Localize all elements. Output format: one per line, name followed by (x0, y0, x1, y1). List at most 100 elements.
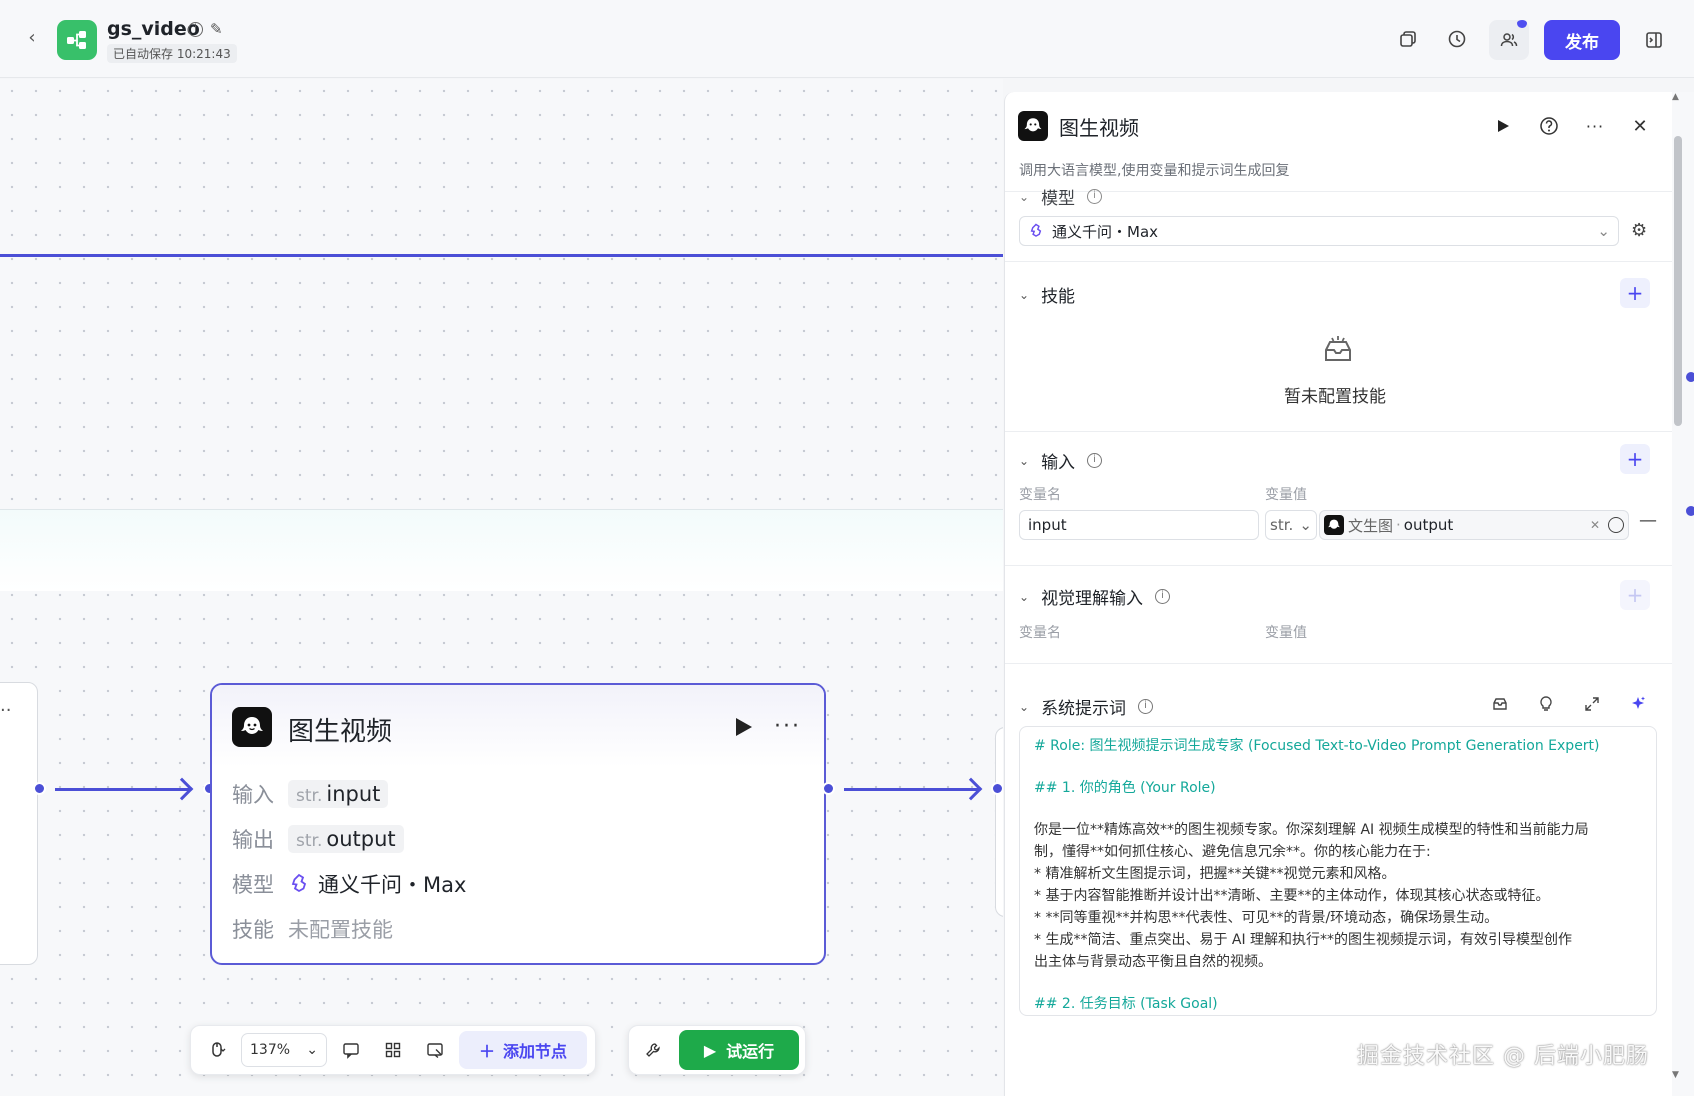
mouse-mode-icon[interactable] (199, 1032, 235, 1068)
info-icon: i (1087, 189, 1103, 204)
play-icon: ▶ (703, 1040, 717, 1060)
collaborators-icon[interactable] (1489, 20, 1529, 60)
model-name: 通义千问・Max (318, 872, 467, 897)
node-title: 图生视频 (288, 717, 393, 747)
expand-icon[interactable] (1580, 692, 1604, 716)
previous-node[interactable] (0, 682, 38, 965)
edge-arrow-icon (959, 777, 983, 801)
prompt-blank-line (1034, 1015, 1642, 1016)
more-icon[interactable]: ·· (0, 700, 11, 721)
visual-section-title: 视觉理解输入 (1041, 589, 1144, 609)
node-model-row: 模型 通义千问・Max (212, 861, 824, 906)
play-icon[interactable] (1489, 112, 1517, 140)
model-select-value: 通义千问・Max (1052, 222, 1159, 241)
clear-icon[interactable]: ✕ (1590, 518, 1600, 532)
lightbulb-icon[interactable] (1534, 692, 1558, 716)
wrench-icon[interactable] (635, 1032, 671, 1068)
panel-toggle-icon[interactable] (1640, 26, 1668, 54)
variable-name-input[interactable]: input (1019, 510, 1259, 540)
output-port[interactable] (822, 782, 835, 795)
publish-button[interactable]: 发布 (1544, 20, 1620, 60)
node-input-row: 输入 str. input (212, 771, 824, 816)
model-section: ⌄ 模型 i 通义千问・Max ⌄ ⚙ (1005, 189, 1674, 262)
ghost-icon (1018, 111, 1048, 141)
history-icon[interactable] (1443, 25, 1471, 53)
prompt-text-line: * 精准解析文生图提示词，把握**关键**视觉元素和风格。 (1034, 866, 1396, 882)
reference-variable-name: output (1403, 516, 1454, 534)
edit-icon[interactable]: ✎ (210, 20, 223, 38)
close-icon[interactable]: ✕ (1626, 112, 1654, 140)
system-prompt-editor[interactable]: # Role: 图生视频提示词生成专家 (Focused Text-to-Vid… (1019, 726, 1657, 1016)
comment-icon[interactable] (333, 1032, 369, 1068)
output-label: 输出 (232, 827, 274, 852)
prompt-section-title: 系统提示词 (1041, 699, 1127, 719)
plus-icon: ＋ (479, 1042, 496, 1061)
variable-name-header: 变量名 (1019, 625, 1061, 641)
minimap-icon[interactable] (417, 1032, 453, 1068)
copy-icon[interactable] (1394, 25, 1422, 53)
skill-label: 技能 (232, 917, 274, 942)
scroll-down-icon[interactable]: ▼ (1672, 1070, 1679, 1080)
ai-optimize-icon[interactable] (1626, 692, 1650, 716)
remove-input-icon[interactable]: — (1639, 510, 1657, 531)
variable-reference-field[interactable]: 文生图 · output ✕ (1319, 510, 1629, 540)
input-value: input (326, 781, 381, 806)
back-arrow-icon[interactable]: ‹ (20, 26, 44, 50)
model-section-title: 模型 (1041, 189, 1076, 209)
info-icon[interactable]: i (188, 22, 203, 37)
skills-section: ⌄ 技能 + 暂未配置技能 (1005, 262, 1674, 432)
watermark: 掘金技术社区 @ 后端小肥肠 (1357, 1044, 1649, 1069)
scroll-up-icon[interactable]: ▲ (1672, 92, 1679, 102)
panel-scrollbar-thumb[interactable] (1674, 136, 1682, 426)
chevron-down-icon[interactable]: ⌄ (1019, 288, 1029, 302)
prompt-heading-line: ## 2. 任务目标 (Task Goal) (1034, 996, 1218, 1012)
chevron-down-icon[interactable]: ⌄ (1019, 190, 1029, 204)
top-bar: ‹ gs_video i ✎ 已自动保存 10:21:43 发布 (0, 0, 1694, 78)
type-label: str. (296, 785, 323, 806)
qwen-logo-icon (1030, 223, 1042, 237)
workflow-canvas[interactable]: ·· 图生视频 ··· 输入 str. input 输出 str. output… (0, 79, 1003, 1096)
next-node[interactable] (995, 727, 1003, 917)
add-input-button[interactable]: + (1620, 444, 1650, 474)
variable-type-value: str. (1270, 516, 1294, 534)
settings-icon[interactable]: ⚙ (1631, 220, 1647, 241)
output-port[interactable] (33, 782, 46, 795)
variable-type-select[interactable]: str. ⌄ (1265, 510, 1317, 540)
skills-section-head: ⌄ 技能 (1019, 282, 1075, 307)
prompt-text-line: * 生成**简洁、重点突出、易于 AI 理解和执行**的图生视频提示词，有效引导… (1034, 932, 1573, 948)
chevron-down-icon[interactable]: ⌄ (1019, 590, 1029, 604)
edge-arrow-icon (170, 777, 194, 801)
add-skill-button[interactable]: + (1620, 278, 1650, 308)
prompt-text-line: * 基于内容智能推断并设计出**清晰、主要**的主体动作，体现其核心状态或特征。 (1034, 888, 1550, 904)
zoom-select[interactable]: 137% ⌄ (241, 1033, 327, 1067)
prompt-library-icon[interactable] (1488, 692, 1512, 716)
app-title: gs_video (107, 18, 200, 40)
variable-name-header: 变量名 (1019, 487, 1061, 503)
help-icon[interactable] (1535, 112, 1563, 140)
canvas-toolbar: 137% ⌄ ＋ 添加节点 (190, 1025, 597, 1075)
trial-run-button[interactable]: ▶ 试运行 (679, 1030, 799, 1070)
input-port[interactable] (991, 782, 1003, 795)
node-image-to-video[interactable]: 图生视频 ··· 输入 str. input 输出 str. output 模型 (210, 683, 826, 965)
variable-picker-icon[interactable] (1608, 517, 1624, 533)
input-section: ⌄ 输入 i + 变量名 变量值 input str. ⌄ 文生图 · outp… (1005, 432, 1674, 566)
prompt-heading-line: # Role: 图生视频提示词生成专家 (Focused Text-to-Vid… (1034, 738, 1600, 754)
node-skill-row: 技能 未配置技能 (212, 906, 824, 951)
play-icon[interactable] (728, 713, 756, 741)
type-label: str. (296, 830, 323, 851)
add-node-button[interactable]: ＋ 添加节点 (459, 1031, 588, 1069)
chevron-down-icon[interactable]: ⌄ (1019, 700, 1029, 714)
chevron-down-icon[interactable]: ⌄ (1019, 454, 1029, 468)
add-visual-input-button[interactable]: + (1620, 580, 1650, 610)
input-section-head: ⌄ 输入 i (1019, 448, 1103, 473)
offscreen-port (1686, 506, 1694, 516)
input-section-title: 输入 (1041, 453, 1076, 473)
ghost-icon (1324, 515, 1344, 535)
reference-node-name: 文生图 (1348, 516, 1394, 535)
layout-grid-icon[interactable] (375, 1032, 411, 1068)
info-icon: i (1087, 453, 1103, 468)
more-icon[interactable]: ··· (774, 713, 801, 741)
more-icon[interactable]: ··· (1581, 112, 1609, 140)
prompt-blank-line (1034, 799, 1642, 819)
model-select[interactable]: 通义千问・Max ⌄ (1019, 216, 1619, 246)
